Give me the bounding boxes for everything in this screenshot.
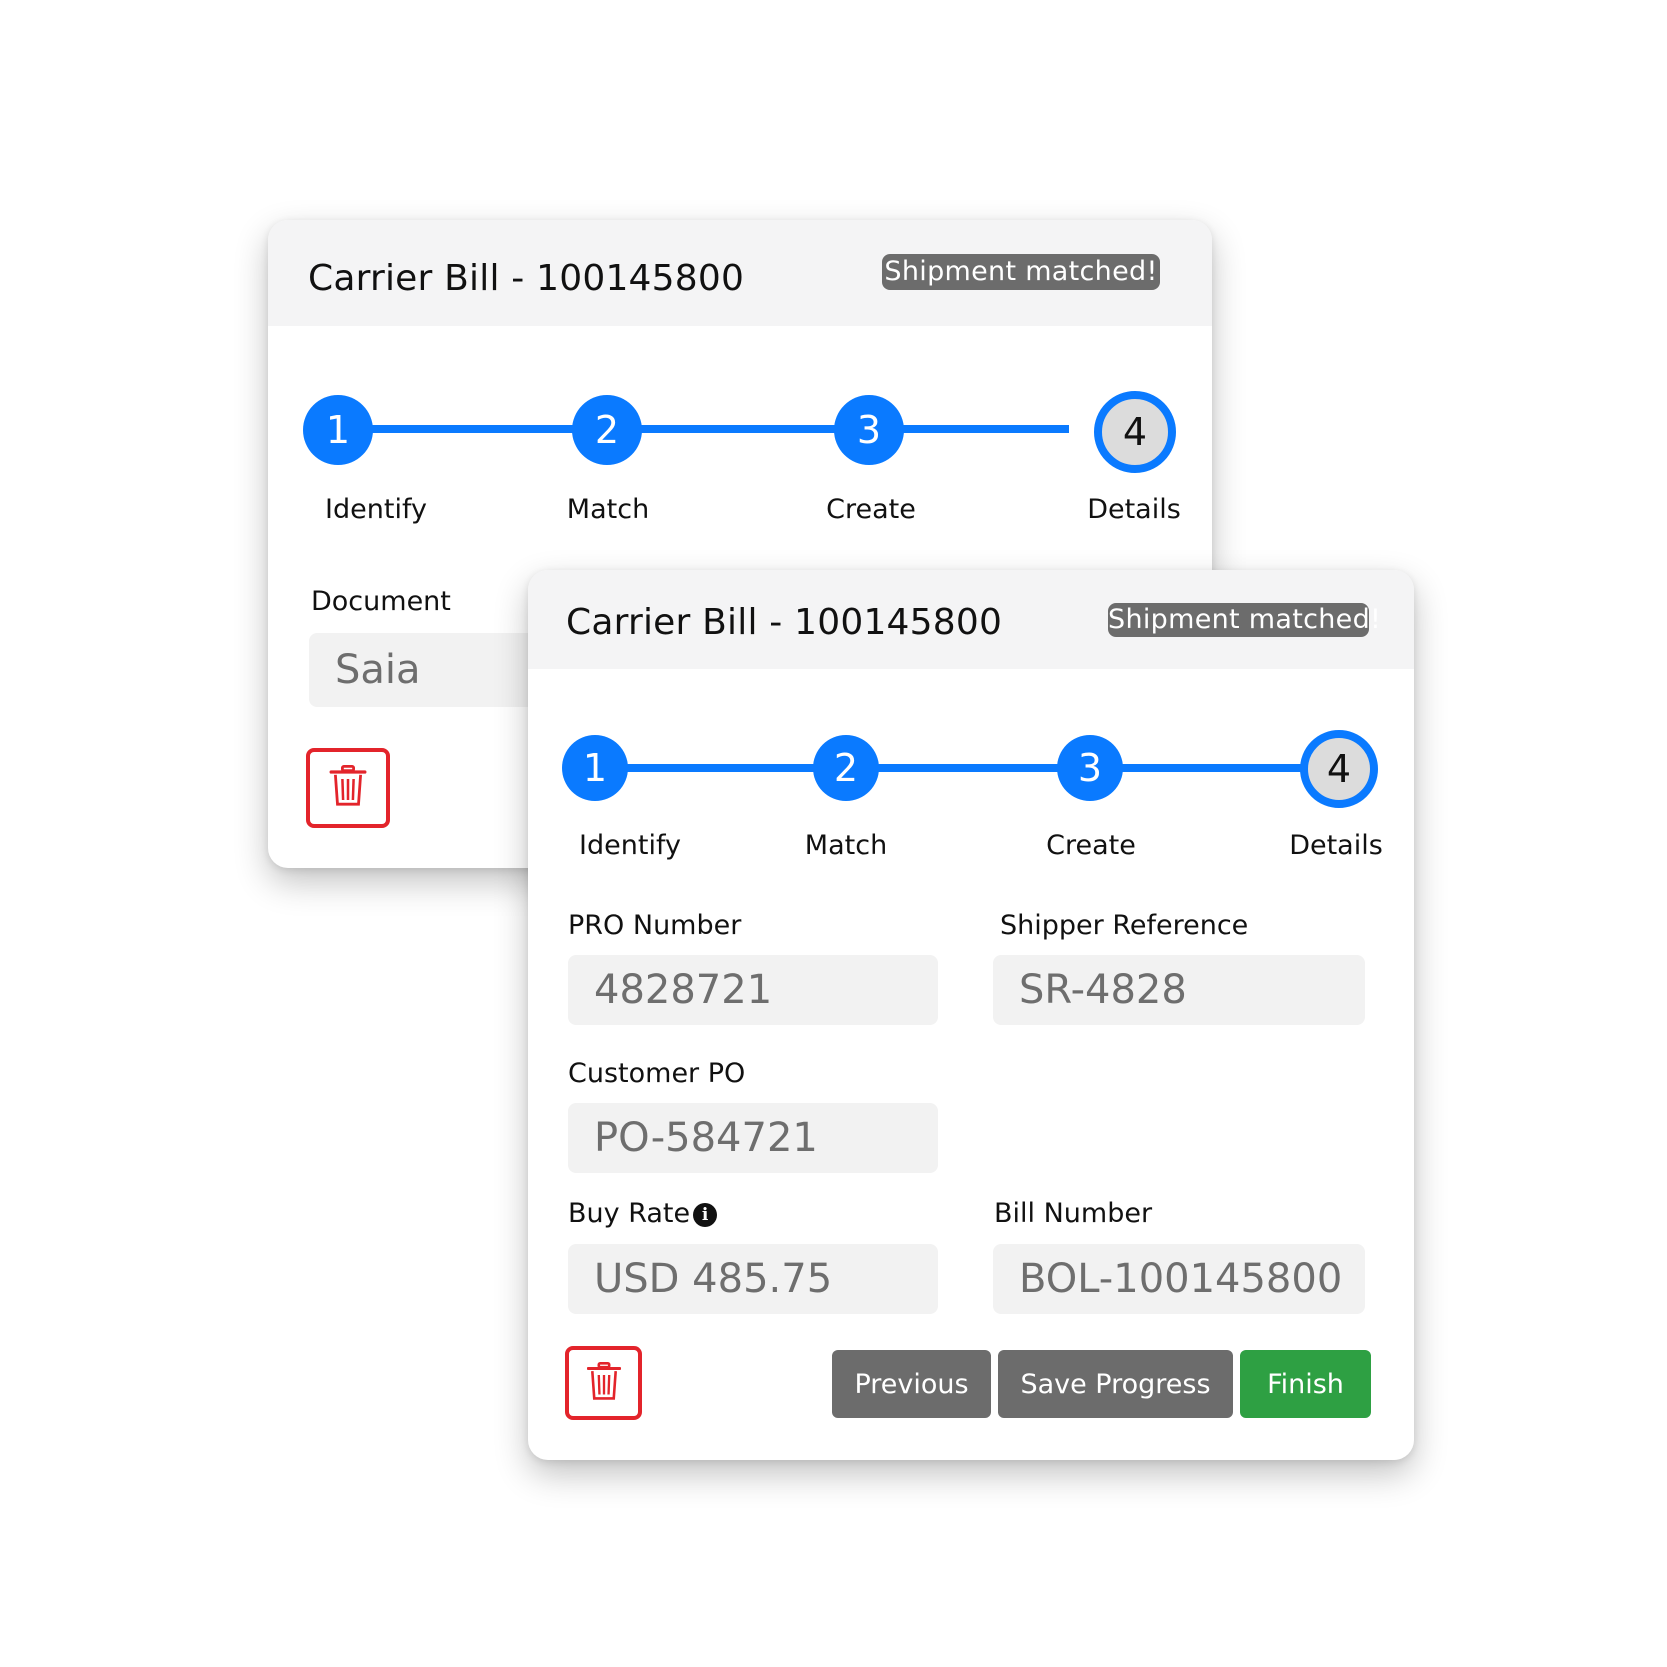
card-header: Carrier Bill - 100145800 Shipment matche… bbox=[268, 220, 1212, 326]
save-progress-button[interactable]: Save Progress bbox=[998, 1350, 1233, 1418]
step-3-label: Create bbox=[1046, 830, 1136, 861]
bill-number-label: Bill Number bbox=[994, 1198, 1153, 1229]
trash-icon bbox=[586, 1361, 621, 1405]
step-1-circle[interactable]: 1 bbox=[303, 395, 373, 465]
customer-po-label: Customer PO bbox=[568, 1058, 746, 1089]
step-1-label: Identify bbox=[579, 830, 681, 861]
step-2-circle[interactable]: 2 bbox=[813, 735, 879, 801]
step-2-circle[interactable]: 2 bbox=[572, 395, 642, 465]
step-4-label: Details bbox=[1087, 494, 1181, 525]
finish-button[interactable]: Finish bbox=[1240, 1350, 1371, 1418]
step-3-circle[interactable]: 3 bbox=[1057, 735, 1123, 801]
document-label: Document bbox=[311, 586, 451, 617]
card-header: Carrier Bill - 100145800 Shipment matche… bbox=[528, 570, 1414, 669]
trash-icon bbox=[329, 765, 367, 811]
stepper-track bbox=[334, 425, 1069, 433]
card-title: Carrier Bill - 100145800 bbox=[308, 258, 745, 299]
pro-number-input[interactable]: 4828721 bbox=[568, 955, 938, 1025]
bill-number-input[interactable]: BOL-100145800 bbox=[993, 1244, 1365, 1314]
step-4-label: Details bbox=[1289, 830, 1383, 861]
info-icon[interactable]: i bbox=[693, 1203, 718, 1227]
status-badge: Shipment matched! bbox=[1108, 603, 1382, 637]
previous-button[interactable]: Previous bbox=[832, 1350, 991, 1418]
carrier-bill-card-front: Carrier Bill - 100145800 Shipment matche… bbox=[528, 570, 1414, 1460]
shipper-reference-label: Shipper Reference bbox=[1000, 910, 1249, 941]
buy-rate-input[interactable]: USD 485.75 bbox=[568, 1244, 938, 1314]
delete-button[interactable] bbox=[565, 1346, 642, 1420]
step-3-circle[interactable]: 3 bbox=[834, 395, 904, 465]
delete-button[interactable] bbox=[306, 748, 390, 828]
step-4-circle-current[interactable]: 4 bbox=[1300, 730, 1378, 808]
customer-po-input[interactable]: PO-584721 bbox=[568, 1103, 938, 1173]
step-2-label: Match bbox=[804, 830, 888, 861]
buy-rate-label: Buy Rate i bbox=[568, 1198, 718, 1229]
status-badge: Shipment matched! bbox=[882, 254, 1160, 290]
pro-number-label: PRO Number bbox=[568, 910, 742, 941]
shipper-reference-input[interactable]: SR-4828 bbox=[993, 955, 1365, 1025]
card-title: Carrier Bill - 100145800 bbox=[566, 602, 1003, 643]
step-4-circle-current[interactable]: 4 bbox=[1094, 391, 1176, 473]
step-2-label: Match bbox=[566, 494, 650, 525]
stepper-track bbox=[598, 764, 1348, 772]
step-1-circle[interactable]: 1 bbox=[562, 735, 628, 801]
step-1-label: Identify bbox=[325, 494, 427, 525]
buy-rate-label-text: Buy Rate bbox=[568, 1198, 691, 1229]
step-3-label: Create bbox=[826, 494, 916, 525]
